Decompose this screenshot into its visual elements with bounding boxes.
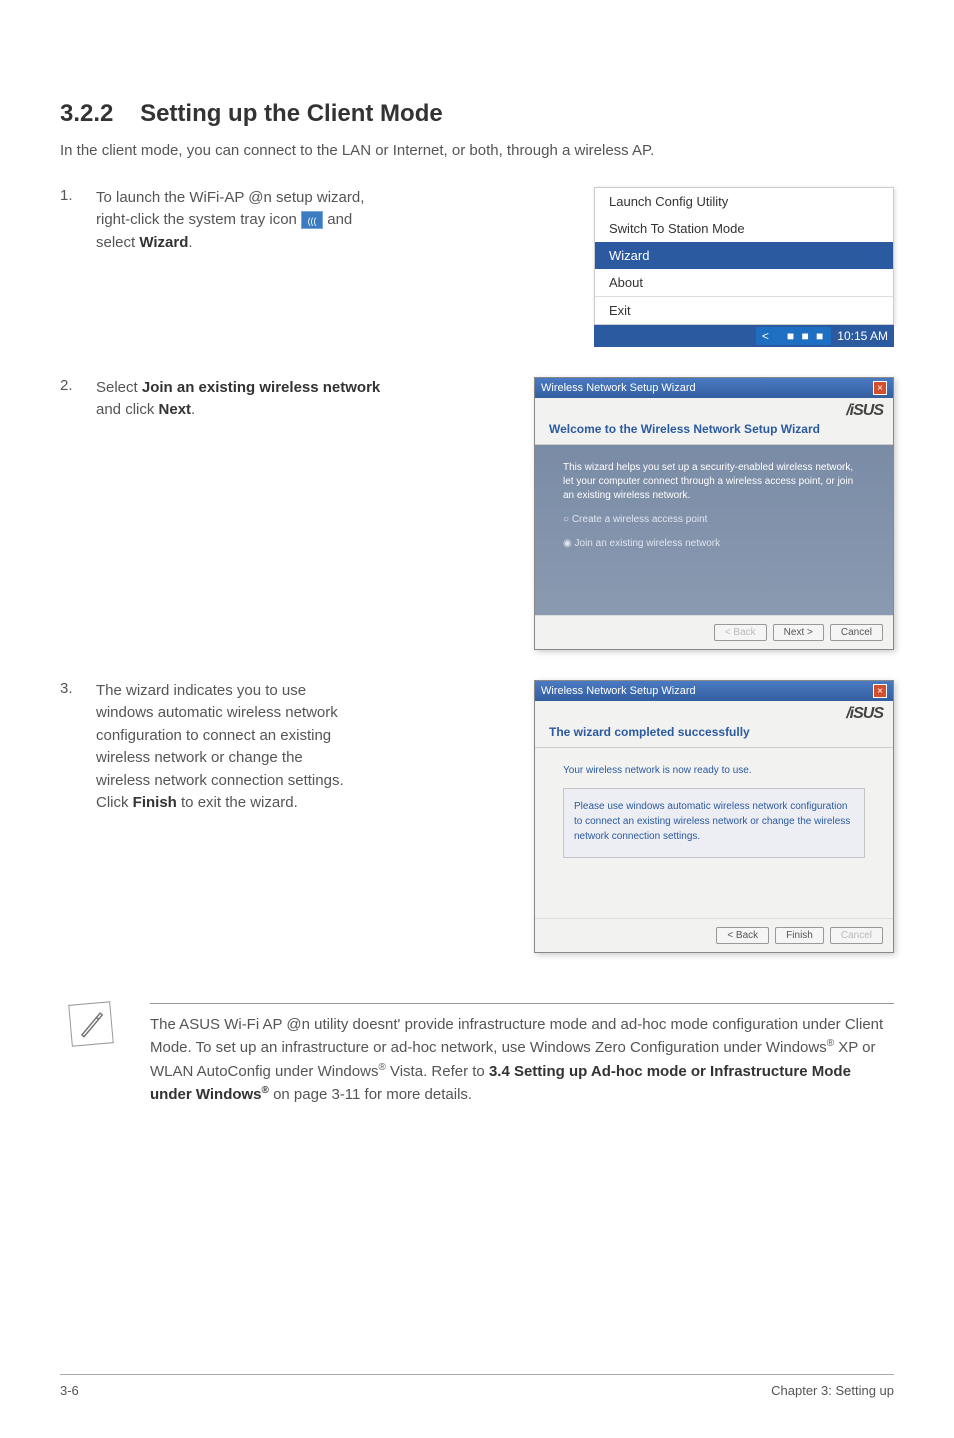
page-number: 3-6 [60,1383,79,1398]
registered-mark: ® [378,1062,385,1073]
chapter-label: Chapter 3: Setting up [771,1383,894,1398]
section-number: 3.2.2 [60,100,113,127]
radio-join-network[interactable]: ◉ Join an existing wireless network [563,537,865,551]
wizard-heading: Welcome to the Wireless Network Setup Wi… [535,420,893,445]
note-part: Vista. Refer to [386,1063,489,1080]
cancel-button[interactable]: Cancel [830,624,883,641]
wizard-welcome-screenshot: Wireless Network Setup Wizard × /iSUS We… [534,377,894,650]
page-footer: 3-6 Chapter 3: Setting up [60,1374,894,1398]
step-text: and click [96,401,159,418]
context-menu-screenshot: Launch Config Utility Switch To Station … [594,187,894,347]
step-3: 3. The wizard indicates you to use windo… [60,680,894,953]
wizard-info-box: Please use windows automatic wireless ne… [563,788,865,858]
brand-logo: /iSUS [535,701,893,723]
wizard-heading: The wizard completed successfully [535,723,893,748]
note-part: The ASUS Wi-Fi AP @n utility doesnt' pro… [150,1016,883,1057]
radio-create-ap[interactable]: ○ Create a wireless access point [563,513,865,527]
step-bold: Next [159,401,192,418]
step-body: The wizard indicates you to use windows … [96,680,360,815]
back-button[interactable]: < Back [716,927,769,944]
radio-label: Create a wireless access point [572,514,708,525]
note-text: The ASUS Wi-Fi AP @n utility doesnt' pro… [150,1003,894,1107]
menu-item-about[interactable]: About [595,269,893,296]
taskbar: < ■ ■ ■ 10:15 AM [594,325,894,347]
next-button[interactable]: Next > [773,624,824,641]
step-text: Select [96,379,142,396]
wizard-intro-text: This wizard helps you set up a security-… [563,461,865,503]
step-number: 2. [60,377,80,422]
intro-paragraph: In the client mode, you can connect to t… [60,140,894,163]
note-box: The ASUS Wi-Fi AP @n utility doesnt' pro… [60,1003,894,1107]
brand-logo: /iSUS [535,398,893,420]
note-icon [68,1001,114,1047]
step-number: 3. [60,680,80,815]
step-text: . [191,401,195,418]
step-text: to exit the wizard. [181,794,298,811]
step-text: To launch the WiFi-AP @n setup wizard, r… [96,189,364,229]
step-text: The wizard indicates you to use windows … [96,682,344,812]
wizard-title: Wireless Network Setup Wizard [541,382,696,394]
registered-mark: ® [262,1085,269,1096]
section-title: 3.2.2 Setting up the Client Mode [60,100,894,128]
taskbar-time: 10:15 AM [837,329,888,343]
wizard-content: Your wireless network is now ready to us… [535,748,893,918]
step-body: To launch the WiFi-AP @n setup wizard, r… [96,187,390,255]
wizard-title: Wireless Network Setup Wizard [541,685,696,697]
step-number: 1. [60,187,80,255]
wizard-content: This wizard helps you set up a security-… [535,445,893,615]
close-icon[interactable]: × [873,684,887,698]
menu-item-launch[interactable]: Launch Config Utility [595,188,893,215]
note-part: on page 3-11 for more details. [269,1086,472,1103]
section-heading: Setting up the Client Mode [140,100,443,127]
registered-mark: ® [827,1038,834,1049]
step-bold: Join an existing wireless network [142,379,380,396]
wizard-ready-text: Your wireless network is now ready to us… [563,764,865,778]
cancel-button: Cancel [830,927,883,944]
menu-item-exit[interactable]: Exit [595,296,893,324]
finish-button[interactable]: Finish [775,927,824,944]
back-button: < Back [714,624,767,641]
menu-item-wizard[interactable]: Wizard [595,242,893,269]
menu-item-switch[interactable]: Switch To Station Mode [595,215,893,242]
wizard-titlebar: Wireless Network Setup Wizard × [535,681,893,701]
wizard-titlebar: Wireless Network Setup Wizard × [535,378,893,398]
wizard-complete-screenshot: Wireless Network Setup Wizard × /iSUS Th… [534,680,894,953]
radio-label: Join an existing wireless network [575,538,721,549]
step-2: 2. Select Join an existing wireless netw… [60,377,894,650]
step-text: . [188,234,192,251]
step-1: 1. To launch the WiFi-AP @n setup wizard… [60,187,894,347]
step-body: Select Join an existing wireless network… [96,377,390,422]
step-bold: Wizard [139,234,188,251]
step-bold: Finish [133,794,177,811]
close-icon[interactable]: × [873,381,887,395]
tray-icons: < ■ ■ ■ [756,327,831,345]
tray-icon: ((( [301,211,323,229]
